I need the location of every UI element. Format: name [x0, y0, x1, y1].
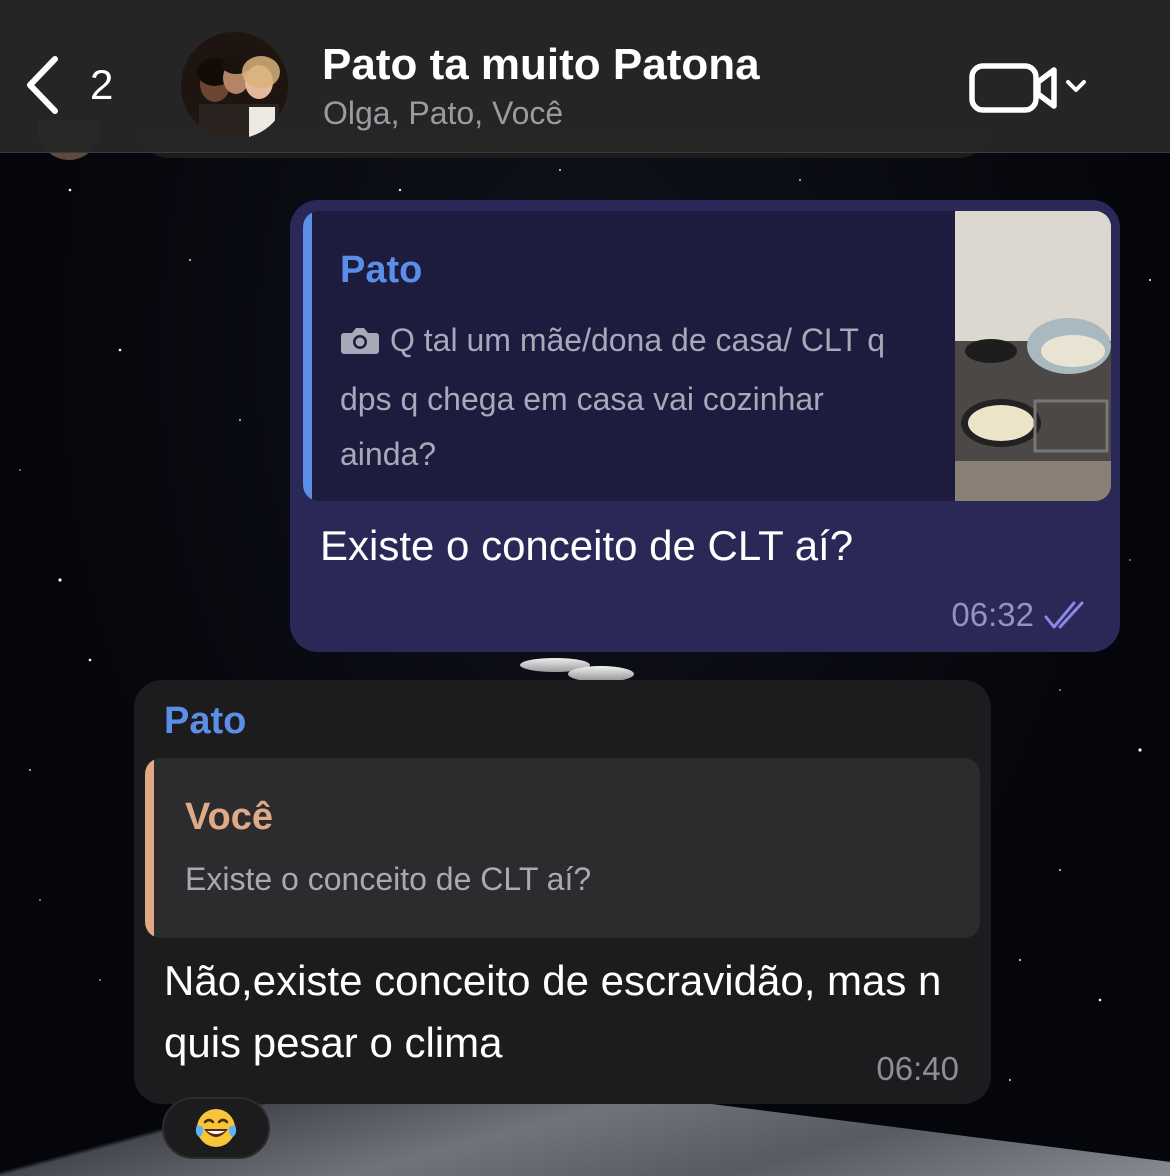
group-avatar[interactable]	[181, 32, 288, 139]
reaction-badge[interactable]	[162, 1097, 270, 1159]
reply-quote[interactable]: Você Existe o conceito de CLT aí?	[145, 758, 980, 938]
chat-members[interactable]: Olga, Pato, Você	[323, 95, 563, 132]
quote-photo-thumbnail	[955, 211, 1111, 501]
camera-icon	[340, 317, 380, 372]
message-text: Existe o conceito de CLT aí?	[320, 522, 854, 569]
quote-text-container: Q tal um mãe/dona de casa/ CLT q dps q c…	[340, 313, 920, 482]
outgoing-message[interactable]: Pato Q tal um mãe/dona de casa/ CLT q dp…	[290, 200, 1120, 652]
chevron-left-icon	[27, 56, 58, 114]
incoming-message[interactable]: Pato Você Existe o conceito de CLT aí? N…	[134, 680, 991, 1104]
video-call-button[interactable]	[968, 58, 1094, 116]
double-check-icon	[1044, 601, 1084, 629]
sender-name[interactable]: Pato	[164, 700, 246, 743]
chat-header: 2 Pato ta muito Patona Olga, Pato, Você	[0, 0, 1170, 153]
chat-title[interactable]: Pato ta muito Patona	[322, 40, 760, 90]
quote-text: Existe o conceito de CLT aí?	[185, 861, 592, 897]
quote-accent-bar	[303, 211, 312, 501]
video-camera-icon	[969, 63, 1086, 113]
message-time: 06:32	[951, 596, 1034, 633]
unread-count: 2	[90, 61, 114, 108]
message-text: Não,existe conceito de escravidão, mas n…	[164, 957, 942, 1066]
tears-of-joy-emoji-icon	[195, 1109, 237, 1147]
message-meta: 06:32	[951, 596, 1094, 634]
quote-author: Você	[185, 796, 274, 838]
quote-accent-bar	[145, 758, 154, 938]
message-time: 06:40	[876, 1050, 959, 1087]
back-button[interactable]: 2	[24, 50, 113, 120]
quote-text: Q tal um mãe/dona de casa/ CLT q dps q c…	[340, 322, 886, 472]
reply-quote[interactable]: Pato Q tal um mãe/dona de casa/ CLT q dp…	[303, 211, 1111, 501]
chevron-down-icon	[1066, 80, 1086, 92]
quote-author: Pato	[340, 249, 423, 291]
